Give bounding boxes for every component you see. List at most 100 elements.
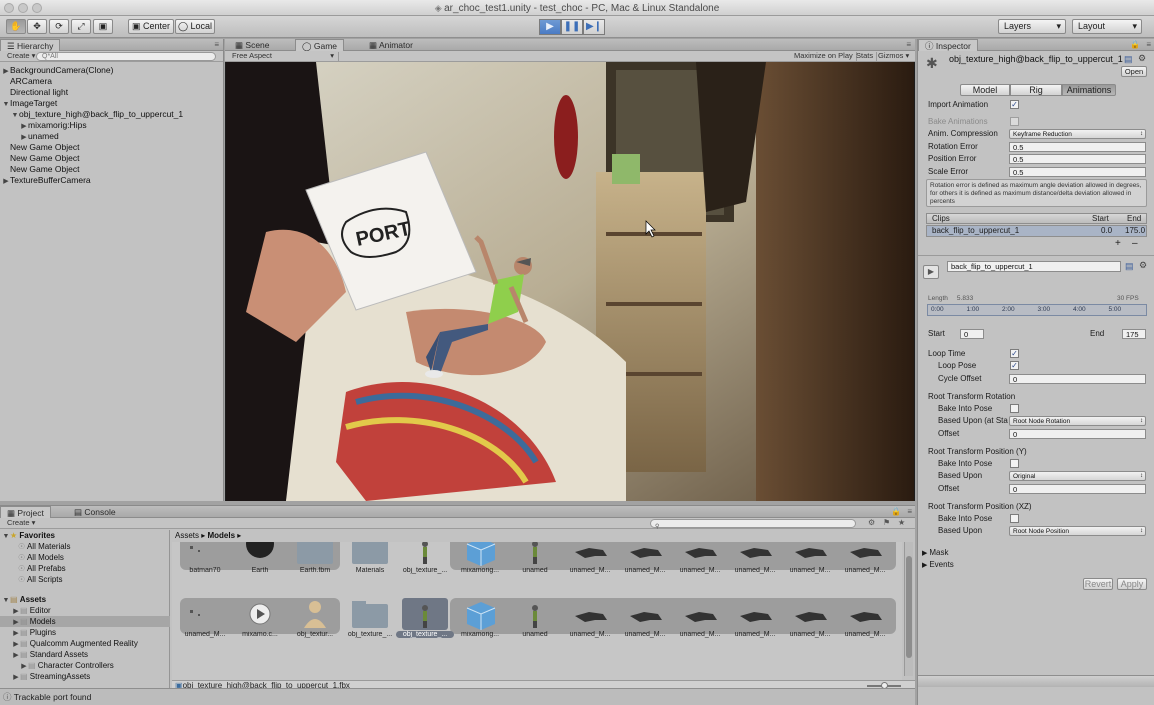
rtr-offset-field[interactable]: 0: [1009, 429, 1146, 439]
tab-model[interactable]: Model: [960, 84, 1010, 96]
lock-icon[interactable]: 🔒: [1130, 40, 1140, 49]
panel-menu-icon[interactable]: ≡: [1146, 40, 1151, 49]
aspect-dropdown[interactable]: Free Aspect ▾: [229, 52, 339, 61]
asset-item[interactable]: Earth.fbm: [290, 542, 340, 576]
asset-item[interactable]: unamed_M...: [620, 598, 670, 640]
remove-clip-button[interactable]: –: [1132, 238, 1138, 249]
grid-scrollbar-thumb[interactable]: [906, 556, 912, 658]
asset-item[interactable]: unamed_M...: [620, 542, 670, 576]
hierarchy-item[interactable]: ▶BackgroundCamera(Clone): [0, 65, 224, 76]
play-button[interactable]: ▶: [539, 19, 561, 35]
asset-item[interactable]: unamed_M...: [785, 598, 835, 640]
move-tool-button[interactable]: ✥: [27, 19, 47, 34]
bake-animations-checkbox[interactable]: [1010, 117, 1019, 126]
rect-tool-button[interactable]: ▣: [93, 19, 113, 34]
favorite-item[interactable]: ☉ All Scripts: [18, 574, 63, 585]
rtpxz-based-dropdown[interactable]: Root Node Position: [1009, 526, 1146, 536]
hierarchy-item[interactable]: New Game Object: [0, 153, 224, 164]
favorite-star-icon[interactable]: ★: [898, 518, 905, 527]
asset-item[interactable]: unamed_M...: [730, 598, 780, 640]
asset-item[interactable]: unamed_M...: [785, 542, 835, 576]
asset-item[interactable]: unamed_M...: [565, 542, 615, 576]
fold-closed-icon[interactable]: ▶: [2, 176, 10, 187]
rotation-error-field[interactable]: 0.5: [1009, 142, 1146, 152]
tab-animations[interactable]: Animations: [1062, 84, 1116, 96]
hierarchy-item[interactable]: ▼ImageTarget: [0, 98, 224, 109]
loop-time-checkbox[interactable]: ✓: [1010, 349, 1019, 358]
folder-item[interactable]: ▶▤ Character Controllers: [0, 660, 170, 671]
rtpy-bake-checkbox[interactable]: [1010, 459, 1019, 468]
tab-console[interactable]: ▤ Console: [68, 506, 122, 518]
asset-item[interactable]: Earth: [235, 542, 285, 576]
revert-button[interactable]: Revert: [1083, 578, 1113, 590]
folder-item[interactable]: ▶▤ Plugins: [0, 627, 170, 638]
panel-menu-icon[interactable]: ≡: [907, 507, 912, 516]
tab-inspector[interactable]: ⓘ Inspector: [918, 39, 978, 51]
tab-scene[interactable]: ▦ Scene: [229, 39, 276, 51]
folder-item[interactable]: ▶▤ StreamingAssets: [0, 671, 170, 682]
hierarchy-item[interactable]: ARCamera: [0, 76, 224, 87]
status-bar[interactable]: ⓘ Trackable port found: [0, 688, 915, 705]
asset-item[interactable]: obj_textur...: [290, 598, 340, 640]
asset-item[interactable]: unamed_M...: [675, 598, 725, 640]
tab-project[interactable]: ▦ Project: [0, 506, 51, 518]
add-clip-button[interactable]: +: [1115, 238, 1121, 249]
asset-item[interactable]: unamed_M...: [730, 542, 780, 576]
project-search-input[interactable]: ⚲: [650, 519, 856, 530]
clip-row[interactable]: back_flip_to_uppercut_1 0.0 175.0: [926, 225, 1147, 237]
asset-item[interactable]: unamed_M...: [840, 598, 890, 640]
asset-item[interactable]: mixamorig...: [455, 542, 505, 576]
filter-label-icon[interactable]: ⚑: [883, 518, 890, 527]
stats-toggle[interactable]: Stats: [853, 52, 878, 61]
hierarchy-item[interactable]: ▶mixamorig:Hips: [0, 120, 224, 131]
mask-foldout[interactable]: ▶ Mask: [922, 547, 948, 559]
minimize-window-button[interactable]: [18, 3, 28, 13]
fold-closed-icon[interactable]: ▶: [12, 672, 20, 683]
panel-menu-icon[interactable]: ≡: [906, 40, 911, 49]
breadcrumb-models[interactable]: Models: [207, 531, 235, 540]
asset-item[interactable]: unamed: [510, 598, 560, 640]
scale-tool-button[interactable]: ⤢: [71, 19, 91, 34]
asset-item[interactable]: Materials: [345, 542, 395, 576]
panel-menu-icon[interactable]: ≡: [214, 40, 219, 49]
pivot-center-toggle[interactable]: ▣ Center: [128, 19, 174, 34]
folder-item[interactable]: ▶▤ Qualcomm Augmented Reality: [0, 638, 170, 649]
hierarchy-create-dropdown[interactable]: Create ▾: [4, 52, 38, 61]
anim-compression-dropdown[interactable]: Keyframe Reduction: [1009, 129, 1146, 139]
zoom-slider[interactable]: [867, 682, 901, 689]
rotate-tool-button[interactable]: ⟳: [49, 19, 69, 34]
hierarchy-search-input[interactable]: Q*All: [36, 52, 216, 61]
project-create-dropdown[interactable]: Create ▾: [4, 519, 38, 528]
favorite-item[interactable]: ☉ All Materials: [18, 541, 71, 552]
loop-pose-checkbox[interactable]: ✓: [1010, 361, 1019, 370]
help-book-icon[interactable]: ▤: [1124, 54, 1133, 65]
asset-item[interactable]: mixamorig...: [455, 598, 505, 640]
asset-item[interactable]: unamed_M...: [840, 542, 890, 576]
favorite-item[interactable]: ☉ All Models: [18, 552, 64, 563]
help-book-icon[interactable]: ▤: [1125, 261, 1134, 272]
tab-rig[interactable]: Rig: [1010, 84, 1062, 96]
assets-item[interactable]: ▼▤ Assets: [2, 594, 47, 605]
tab-hierarchy[interactable]: ☰ Hierarchy: [0, 39, 61, 51]
tab-game[interactable]: ◯ Game: [295, 39, 345, 51]
favorite-item[interactable]: ☉ All Prefabs: [18, 563, 66, 574]
close-window-button[interactable]: [4, 3, 14, 13]
ar-camera-feed[interactable]: PORT: [226, 62, 914, 501]
clip-name-field[interactable]: back_flip_to_uppercut_1: [947, 261, 1121, 272]
maximize-on-play-toggle[interactable]: Maximize on Play: [791, 52, 857, 61]
rtpy-based-dropdown[interactable]: Original: [1009, 471, 1146, 481]
import-animation-checkbox[interactable]: ✓: [1010, 100, 1019, 109]
hierarchy-item[interactable]: New Game Object: [0, 142, 224, 153]
clip-timeline[interactable]: 0:00 1:00 2:00 3:00 4:00 5:00: [927, 304, 1147, 316]
asset-item[interactable]: unamed_M...: [565, 598, 615, 640]
asset-item[interactable]: obj_texture_...: [400, 542, 450, 576]
layout-dropdown[interactable]: Layout ▾: [1072, 19, 1142, 34]
gear-icon[interactable]: ⚙: [1138, 53, 1146, 64]
preview-play-icon[interactable]: ▶: [923, 265, 939, 279]
gear-icon[interactable]: ⚙: [1139, 260, 1147, 271]
scale-error-field[interactable]: 0.5: [1009, 167, 1146, 177]
hierarchy-item[interactable]: ▶unamed: [0, 131, 224, 142]
zoom-window-button[interactable]: [32, 3, 42, 13]
pause-button[interactable]: ❚❚: [561, 19, 583, 35]
filter-type-icon[interactable]: ⚙: [868, 518, 875, 527]
